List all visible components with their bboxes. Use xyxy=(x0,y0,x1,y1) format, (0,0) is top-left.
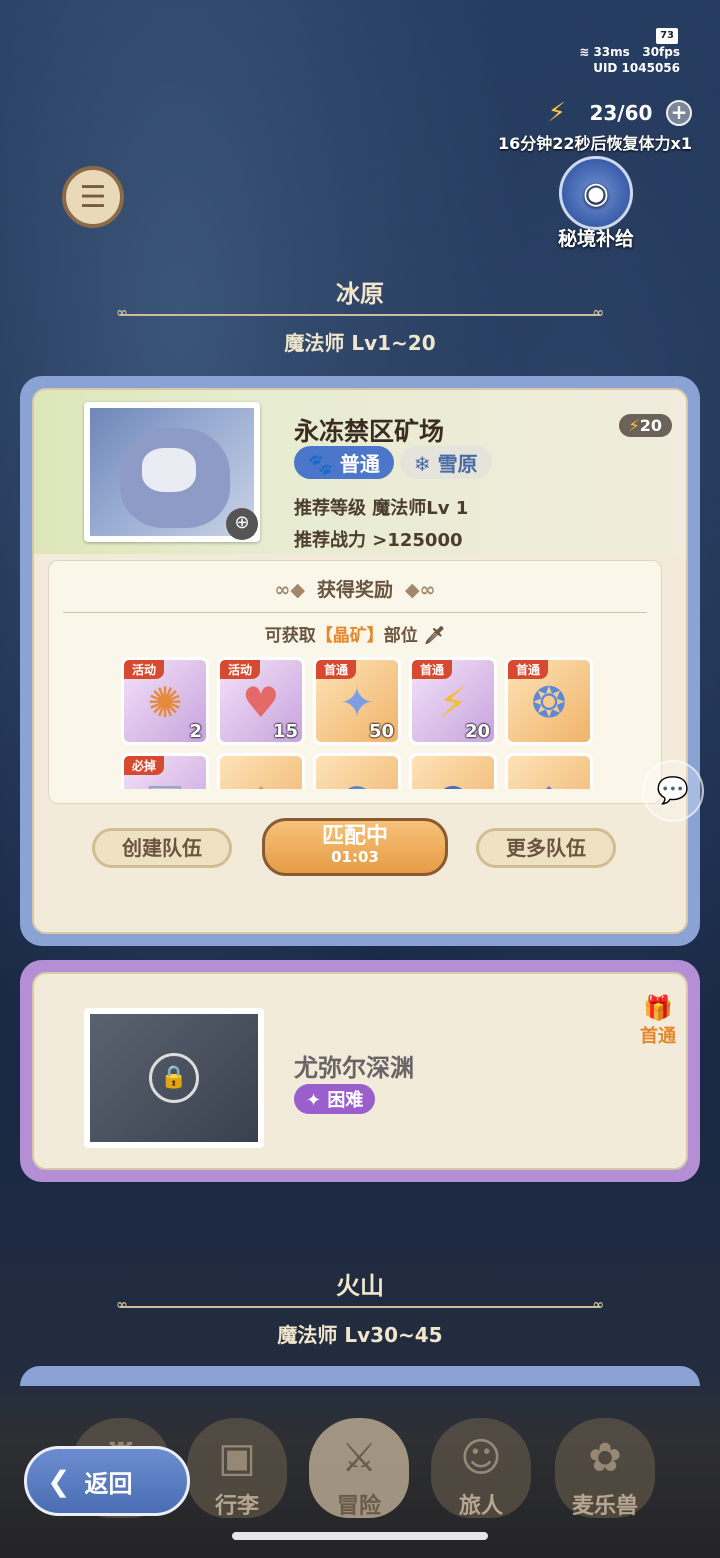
reward-item[interactable]: 活动 ♥ 15 xyxy=(217,657,305,745)
lightning-icon: ⚡ xyxy=(628,416,640,435)
back-arrow-icon: ❮ xyxy=(47,1464,71,1498)
locked-portrait: 🔒 xyxy=(84,1008,264,1148)
nav-item-adventure[interactable]: ⚔ 冒险 xyxy=(306,1418,412,1538)
reward-item-grid[interactable]: 活动✺2活动♥15首通✦50首通⚡20首通❂必掉▤◆●◓◈ xyxy=(121,657,601,789)
stamina-value: 23/60 xyxy=(589,101,653,125)
ping-text: 33ms xyxy=(593,45,630,59)
dungeon-card-2[interactable]: 🔒 尤弥尔深渊 ✦ 困难 🎁 首通 xyxy=(20,960,700,1182)
region-level: 魔法师 Lv30~45 xyxy=(277,1323,443,1347)
plus-icon[interactable]: + xyxy=(666,100,692,126)
divider xyxy=(116,1297,604,1313)
eye-emblem-icon: ◉ xyxy=(582,175,610,211)
chat-bubble-icon[interactable]: 💬 xyxy=(642,760,704,822)
uid-text: UID 1045056 xyxy=(593,61,680,75)
boss-portrait[interactable]: ⊕ xyxy=(84,402,260,542)
reward-item[interactable]: ◆ xyxy=(217,753,305,789)
sword-icon: 🗡 xyxy=(423,626,446,646)
reward-item[interactable]: 必掉▤ xyxy=(121,753,209,789)
item-count: 2 xyxy=(189,721,202,742)
item-ribbon: 首通 xyxy=(412,660,453,679)
supply-label: 秘境补给 xyxy=(557,228,634,250)
matching-button[interactable]: 匹配中 01:03 xyxy=(262,818,448,876)
dungeon-card-3-peek xyxy=(20,1366,700,1386)
wifi-icon: ≋ xyxy=(579,45,590,59)
status-overlay: 73 ≋ 33ms 30fps UID 1045056 xyxy=(579,26,680,76)
recommended-power: 推荐战力 >125000 xyxy=(294,530,463,551)
ornament-icon: ◆∞ xyxy=(405,579,436,601)
energy-cost-badge: ⚡20 xyxy=(618,414,672,437)
orb-icon: ● xyxy=(316,774,398,789)
stamina-panel: ⚡ 23/60 + 16分钟22秒后恢复体力x1 xyxy=(498,98,692,154)
reward-item[interactable]: 首通 ❂ xyxy=(505,657,593,745)
region-name: 冰原 xyxy=(336,280,384,308)
item-ribbon: 首通 xyxy=(316,660,357,679)
region-name: 火山 xyxy=(336,1272,384,1300)
nav-item-luggage[interactable]: ▣ 行李 xyxy=(184,1418,290,1538)
item-count: 50 xyxy=(368,721,394,742)
reward-item[interactable]: 首通 ✦ 50 xyxy=(313,657,401,745)
shard-icon: ◆ xyxy=(220,774,302,789)
reward-title: 获得奖励 xyxy=(316,579,393,601)
secret-supply-button[interactable]: ◉ 秘境补给 xyxy=(546,156,646,251)
card-icon: ▤ xyxy=(124,774,206,789)
recommended-level: 推荐等级 魔法师Lv 1 xyxy=(294,498,469,519)
gem-icon: ◈ xyxy=(508,774,590,789)
region-header-ice: 冰原 魔法师 Lv1~20 xyxy=(0,274,720,356)
region-header-volcano: 火山 魔法师 Lv30~45 xyxy=(0,1266,720,1348)
obtain-line: 可获取【晶矿】部位 🗡 xyxy=(264,626,446,646)
home-indicator[interactable] xyxy=(232,1532,488,1540)
item-count: 20 xyxy=(464,721,490,742)
reward-item[interactable]: ◓ xyxy=(409,753,497,789)
item-ribbon: 活动 xyxy=(124,660,165,679)
matching-label: 匹配中 xyxy=(321,824,388,849)
fps-text: 30fps xyxy=(642,45,680,59)
stamina-recover-hint: 16分钟22秒后恢复体力x1 xyxy=(498,134,692,153)
crystal-wand-icon: ❂ xyxy=(531,678,567,727)
nav-item-traveler[interactable]: ☺ 旅人 xyxy=(428,1418,534,1538)
menu-button[interactable]: ☰ xyxy=(62,166,124,228)
item-ribbon: 必掉 xyxy=(124,756,165,775)
dungeon-name: 尤弥尔深渊 xyxy=(294,1054,414,1082)
reward-item[interactable]: 活动 ✺ 2 xyxy=(121,657,209,745)
lightning-icon: ⚡ xyxy=(547,98,566,128)
chest-icon: 🎁 xyxy=(643,994,673,1022)
create-team-button[interactable]: 创建队伍 xyxy=(92,828,232,868)
lock-icon: 🔒 xyxy=(149,1053,199,1103)
reward-item[interactable]: ◈ xyxy=(505,753,593,789)
reward-panel: ∞◆ 获得奖励 ◆∞ 可获取【晶矿】部位 🗡 活动 ✺ 2 活动 ♥ 15 首通 ✦ 50 首通 ⚡ 20… xyxy=(48,560,662,804)
battery-indicator: 73 xyxy=(656,28,678,44)
item-ribbon: 首通 xyxy=(508,660,549,679)
divider xyxy=(116,305,604,321)
difficulty-tag: ✦ 困难 xyxy=(294,1084,376,1114)
list-icon: ☰ xyxy=(79,179,107,215)
dungeon-name: 永冻禁区矿场 xyxy=(294,417,445,446)
first-clear-badge: 🎁 首通 xyxy=(640,994,676,1047)
environment-tag: ❄ 雪原 xyxy=(399,446,492,479)
item-count: 15 xyxy=(272,721,298,742)
nav-item-pet[interactable]: ✿ 麦乐兽 xyxy=(552,1418,658,1538)
matching-timer: 01:03 xyxy=(331,848,379,866)
reward-item[interactable]: ● xyxy=(313,753,401,789)
reward-item[interactable]: 首通 ⚡ 20 xyxy=(409,657,497,745)
item-ribbon: 活动 xyxy=(220,660,261,679)
difficulty-tag: 🐾 普通 xyxy=(294,446,394,479)
snowflake-icon: ❄ xyxy=(413,452,431,476)
dungeon-card-1: ⊕ 永冻禁区矿场 ⚡20 🐾 普通 ❄ 雪原 推荐等级 魔法师Lv 1 推荐战力… xyxy=(20,376,700,946)
ornament-icon: ∞◆ xyxy=(274,579,305,601)
region-level: 魔法师 Lv1~20 xyxy=(284,331,436,355)
back-button[interactable]: ❮ 返回 xyxy=(24,1446,190,1516)
helmet-icon: ◓ xyxy=(412,774,494,789)
zoom-icon[interactable]: ⊕ xyxy=(226,508,258,540)
more-teams-button[interactable]: 更多队伍 xyxy=(476,828,616,868)
